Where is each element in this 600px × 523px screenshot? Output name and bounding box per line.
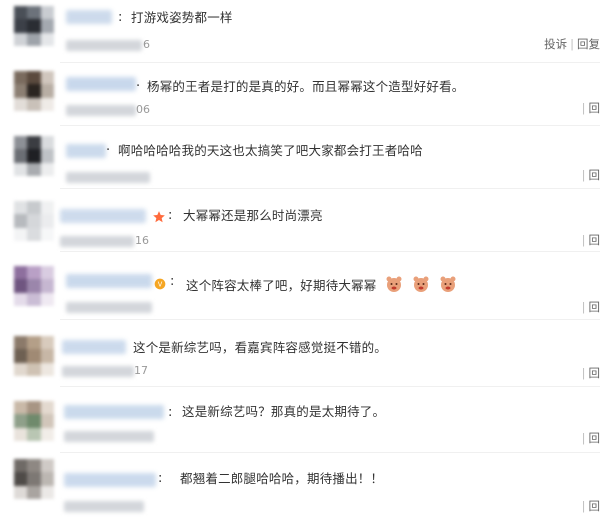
reply-button[interactable]: 回: [589, 101, 600, 115]
comment-text: 杨幂的王者是打的是真的好。而且幂幂这个造型好好看。: [147, 79, 465, 94]
comment-actions: | 回: [579, 168, 600, 182]
comment-list: : 打游戏姿势都一样 6 投诉 | 回复 · 杨幂的王者是打的是真的好。而且幂幂这个…: [0, 0, 600, 523]
avatar[interactable]: [14, 401, 54, 441]
user-name[interactable]: [66, 77, 136, 91]
comment-text: 啊哈哈哈哈我的天这也太搞笑了吧大家都会打王者哈哈: [118, 143, 423, 158]
comment-item: : 这是新综艺吗？那真的是太期待了。 | 回: [0, 387, 600, 453]
comment-time: [66, 172, 150, 183]
bear-emoji-icon: [413, 276, 429, 292]
comment-item: : 打游戏姿势都一样 6 投诉 | 回复: [0, 0, 600, 63]
avatar[interactable]: [14, 136, 54, 176]
user-name[interactable]: [66, 10, 112, 24]
comment-actions: | 回: [579, 499, 600, 513]
svg-text:V: V: [158, 281, 163, 289]
comment-time: [62, 366, 134, 377]
comment-text: 打游戏姿势都一样: [131, 10, 233, 25]
report-button[interactable]: 投诉: [544, 37, 567, 51]
avatar[interactable]: [14, 71, 54, 111]
user-name[interactable]: [60, 209, 146, 223]
comment-time: [66, 105, 136, 116]
comment-time-tail: 06: [136, 103, 150, 116]
comment-time: [66, 40, 142, 51]
user-name[interactable]: [64, 405, 164, 419]
name-colon: :: [118, 10, 123, 25]
star-badge-icon: [152, 207, 166, 226]
comment-item: · 啊哈哈哈哈我的天这也太搞笑了吧大家都会打王者哈哈 | 回: [0, 126, 600, 189]
name-colon: :: [170, 274, 175, 289]
user-name[interactable]: [64, 473, 156, 487]
action-separator: |: [581, 168, 586, 182]
comment-item: : 都翘着二郎腿哈哈哈，期待播出！！ | 回: [0, 453, 600, 523]
avatar[interactable]: [14, 266, 54, 306]
comment-time-tail: 6: [143, 38, 150, 51]
action-separator: |: [581, 101, 586, 115]
action-separator: |: [581, 366, 586, 380]
action-separator: |: [581, 499, 586, 513]
user-name[interactable]: [66, 144, 106, 158]
reply-button[interactable]: 回: [589, 499, 600, 513]
bear-emoji-icon: [386, 276, 402, 292]
name-colon: ·: [136, 79, 141, 94]
comment-item: · 杨幂的王者是打的是真的好。而且幂幂这个造型好好看。 06 | 回: [0, 63, 600, 126]
name-colon: :: [158, 471, 163, 486]
comment-actions: | 回: [579, 366, 600, 380]
comment-actions: | 回: [579, 233, 600, 247]
comment-text-body: 这个阵容太棒了吧，好期待大幂幂: [186, 278, 377, 293]
name-colon: ·: [106, 143, 111, 158]
reply-button[interactable]: 回: [589, 300, 600, 314]
user-name[interactable]: [62, 340, 126, 354]
reply-button[interactable]: 回复: [577, 37, 600, 51]
comment-time: [60, 236, 134, 247]
comment-actions: | 回: [579, 101, 600, 115]
reply-button[interactable]: 回: [589, 366, 600, 380]
comment-actions: | 回: [579, 431, 600, 445]
comment-time-tail: 16: [135, 234, 149, 247]
name-colon: :: [168, 405, 173, 420]
comment-time: [64, 431, 154, 442]
reply-button[interactable]: 回: [589, 168, 600, 182]
comment-time: [66, 302, 152, 313]
reply-button[interactable]: 回: [589, 233, 600, 247]
action-separator: |: [581, 300, 586, 314]
comment-item: : 大幂幂还是那么时尚漂亮 16 | 回: [0, 189, 600, 252]
comment-item: V : 这个阵容太棒了吧，好期待大幂幂 | 回: [0, 252, 600, 320]
action-separator: |: [570, 37, 574, 51]
reply-button[interactable]: 回: [589, 431, 600, 445]
comment-text: 都翘着二郎腿哈哈哈，期待播出！！: [180, 471, 384, 486]
comment-time-tail: 17: [134, 364, 148, 377]
user-name[interactable]: [66, 274, 152, 288]
comment-item: 这个是新综艺吗，看嘉宾阵容感觉挺不错的。 17 | 回: [0, 320, 600, 387]
avatar[interactable]: [14, 201, 54, 241]
vip-badge-icon: V: [152, 274, 168, 293]
comment-text: 这是新综艺吗？那真的是太期待了。: [182, 404, 386, 419]
comment-actions: 投诉 | 回复: [544, 37, 600, 51]
avatar[interactable]: [14, 459, 54, 499]
avatar[interactable]: [14, 336, 54, 376]
avatar[interactable]: [14, 6, 54, 46]
action-separator: |: [581, 431, 586, 445]
comment-text: 大幂幂还是那么时尚漂亮: [183, 208, 323, 223]
action-separator: |: [581, 233, 586, 247]
name-colon: :: [168, 208, 173, 223]
comment-text: 这个阵容太棒了吧，好期待大幂幂: [186, 274, 458, 294]
comment-text: 这个是新综艺吗，看嘉宾阵容感觉挺不错的。: [133, 340, 388, 355]
comment-time: [64, 501, 144, 512]
bear-emoji-icon: [440, 276, 456, 292]
comment-actions: | 回: [579, 300, 600, 314]
